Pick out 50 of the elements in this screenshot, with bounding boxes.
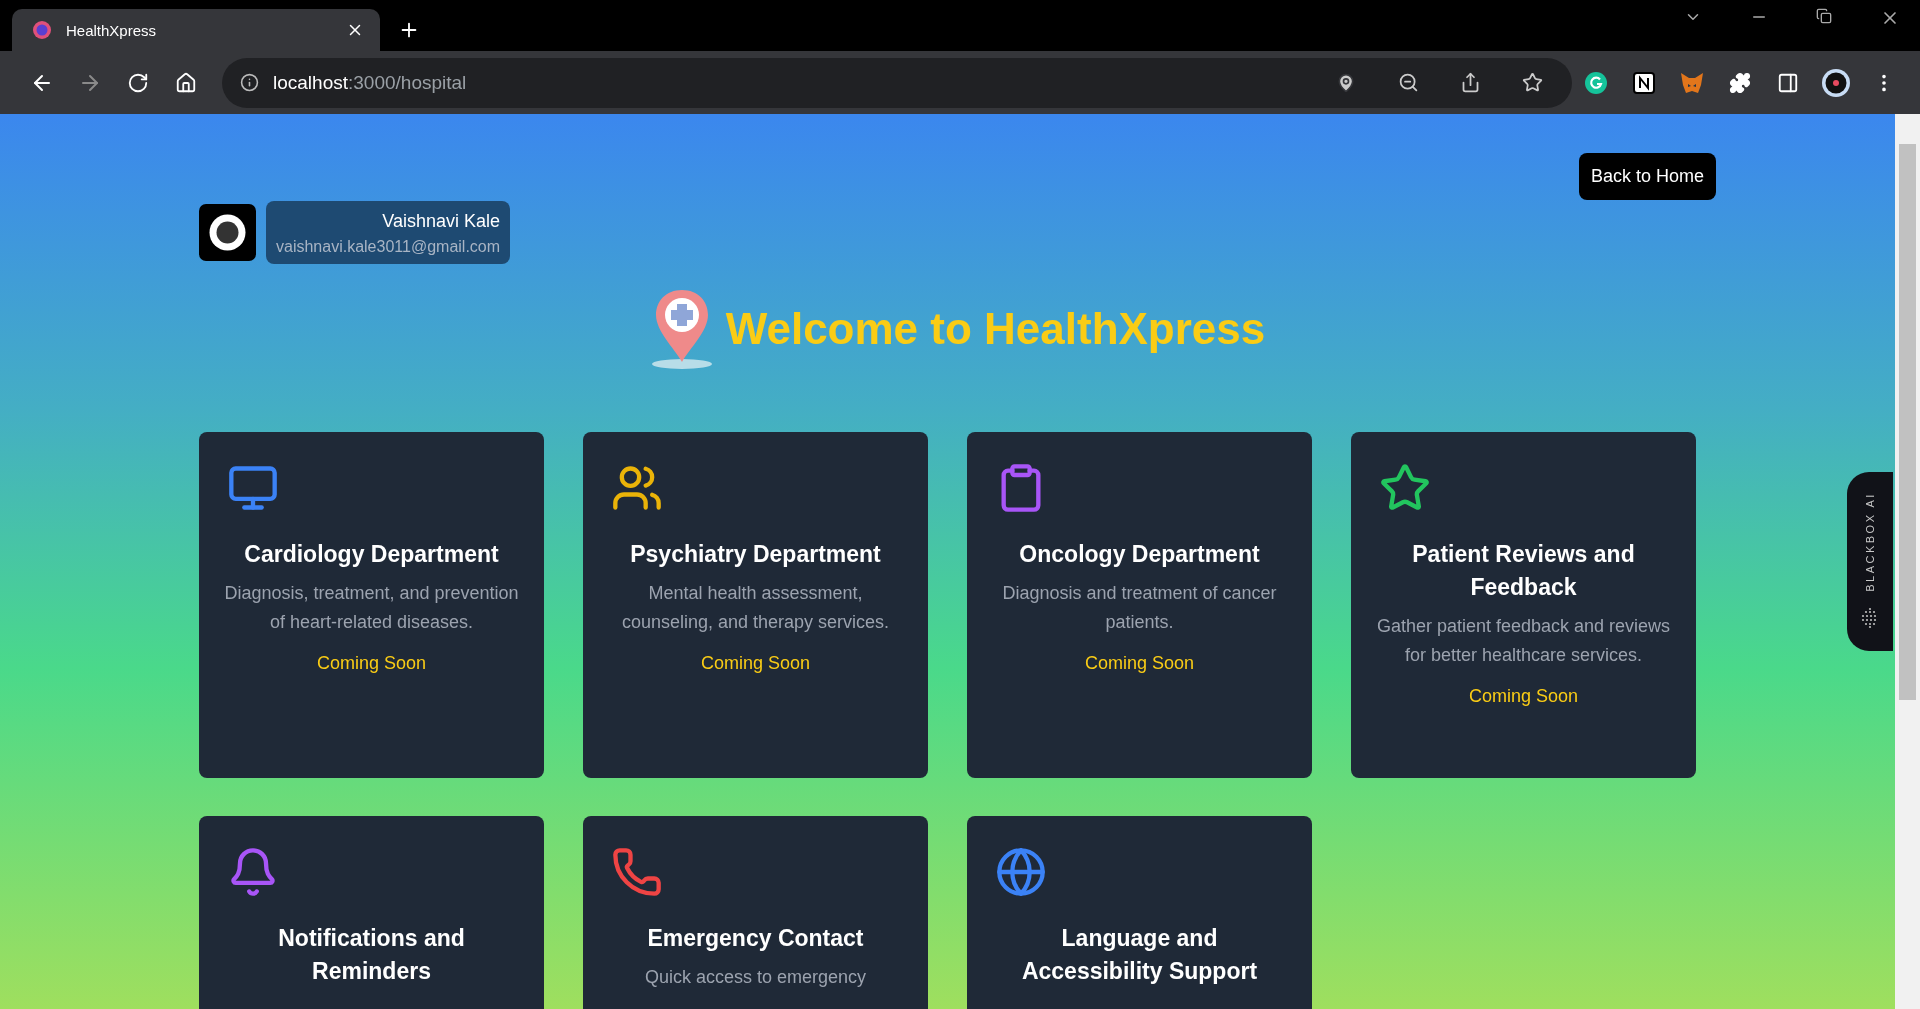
card-title: Cardiology Department	[244, 540, 499, 569]
card-title: Oncology Department	[1019, 540, 1260, 569]
notes-extension-icon[interactable]	[1632, 70, 1656, 95]
card-status: Coming Soon	[700, 653, 811, 674]
service-card[interactable]: Language and Accessibility Support	[967, 816, 1312, 1009]
tab-title: HealthXpress	[66, 21, 158, 39]
card-status: Coming Soon	[316, 653, 427, 674]
card-description: Mental health assessment, counseling, and therapy services.	[620, 582, 891, 634]
scrollbar[interactable]	[1895, 114, 1920, 1009]
card-status: Coming Soon	[1084, 653, 1195, 674]
card-description: Quick access to emergency	[644, 966, 867, 989]
card-description: Gather patient feedback and reviews for better healthcare services.	[1375, 615, 1672, 667]
service-card[interactable]: Emergency Contact Quick access to emergency	[583, 816, 928, 1009]
card-status: Coming Soon	[1468, 686, 1579, 707]
service-card[interactable]: Psychiatry Department Mental health assessment, counseling, and therapy services. Coming Soon	[583, 432, 928, 778]
url-host: localhost	[273, 71, 348, 94]
card-title: Emergency Contact	[647, 924, 864, 953]
info-icon[interactable]	[240, 73, 259, 92]
card-title: Psychiatry Department	[630, 540, 881, 569]
card-title: Notifications and Reminders	[277, 924, 466, 986]
service-card[interactable]: Notifications and Reminders	[199, 816, 544, 1009]
location-icon[interactable]	[1336, 72, 1356, 93]
reload-icon[interactable]	[127, 71, 149, 94]
zoom-out-icon[interactable]	[1397, 72, 1419, 93]
profile-avatar-icon[interactable]	[1821, 67, 1851, 98]
card-description: Diagnosis and treatment of cancer patients.	[1001, 582, 1278, 634]
service-card[interactable]: Patient Reviews and Feedback Gather patient feedback and reviews for better healthcare services. Coming Soon	[1351, 432, 1696, 778]
bookmark-star-icon[interactable]	[1521, 72, 1543, 93]
url-path: :3000/hospital	[348, 71, 467, 94]
site-favicon-icon	[32, 20, 52, 40]
back-to-home-button[interactable]: Back to Home	[1578, 153, 1716, 200]
card-title: Language and Accessibility Support	[1020, 924, 1259, 986]
address-bar[interactable]: localhost:3000/hospital	[222, 57, 1572, 108]
side-panel-icon[interactable]	[1777, 71, 1799, 94]
user-name: Vaishnavi Kale	[382, 211, 501, 232]
assistant-label: BLACKBOX AI	[1864, 492, 1876, 592]
service-card[interactable]: Cardiology Department Diagnosis, treatment, and prevention of heart-related diseases. Coming Soon	[199, 432, 544, 778]
page-title: Welcome to HealthXpress	[725, 304, 1266, 354]
card-title: Patient Reviews and Feedback	[1411, 540, 1636, 602]
restore-icon[interactable]	[1816, 8, 1832, 24]
user-email: vaishnavi.kale3011@gmail.com	[276, 238, 501, 256]
grammar-extension-icon[interactable]	[1584, 70, 1608, 95]
extensions-icon[interactable]	[1729, 71, 1751, 94]
card-description: Diagnosis, treatment, and prevention of heart-related diseases.	[223, 582, 520, 634]
browser-tab[interactable]: HealthXpress	[12, 9, 380, 51]
home-icon[interactable]	[175, 71, 197, 94]
fox-extension-icon[interactable]	[1679, 70, 1705, 95]
side-assistant-tab[interactable]: BLACKBOX AI	[1847, 472, 1893, 651]
user-avatar	[199, 204, 256, 261]
service-card[interactable]: Oncology Department Diagnosis and treatment of cancer patients. Coming Soon	[967, 432, 1312, 778]
